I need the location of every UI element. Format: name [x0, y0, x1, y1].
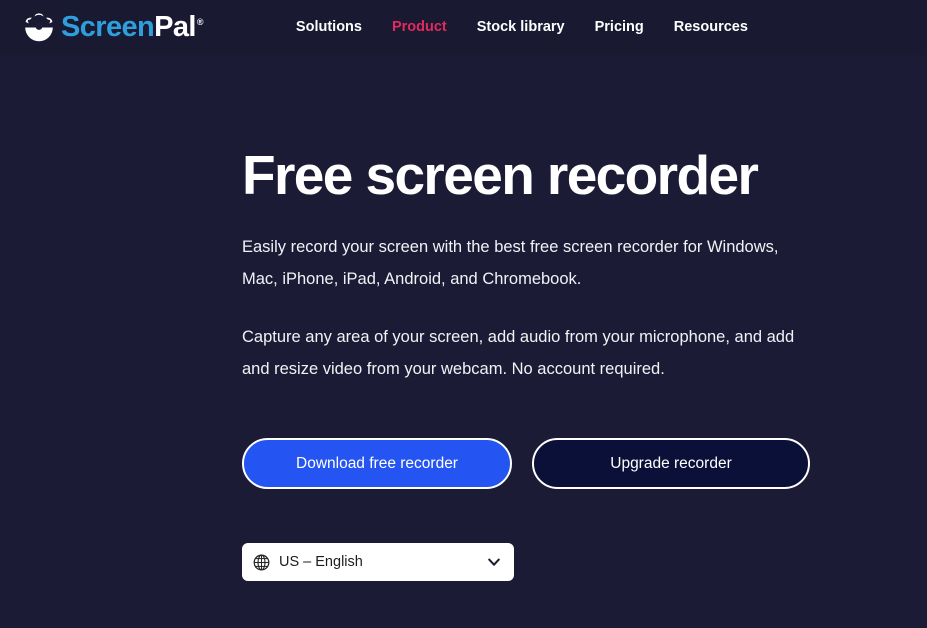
nav-item-product[interactable]: Product [392, 20, 447, 35]
brand-name-pal: Pal [154, 11, 196, 43]
screenpal-logo-icon [22, 11, 56, 45]
globe-icon [253, 554, 270, 571]
hero-paragraph-1: Easily record your screen with the best … [242, 238, 779, 289]
nav-item-pricing[interactable]: Pricing [595, 20, 644, 35]
nav-item-resources[interactable]: Resources [674, 20, 748, 35]
download-free-recorder-button[interactable]: Download free recorder [242, 438, 512, 489]
nav-item-stock-library[interactable]: Stock library [477, 20, 565, 35]
chevron-down-icon[interactable] [486, 554, 502, 570]
upgrade-recorder-button[interactable]: Upgrade recorder [532, 438, 810, 489]
brand-wordmark: ScreenPal® [61, 11, 204, 43]
hero-section: Free screen recorder Easily record your … [242, 146, 862, 385]
page-root: ScreenPal® Solutions Product Stock libra… [0, 0, 927, 628]
site-header: ScreenPal® Solutions Product Stock libra… [0, 0, 927, 55]
language-select-value: US – English [279, 554, 363, 570]
brand-name-screen: Screen [61, 11, 155, 43]
page-title: Free screen recorder [242, 144, 759, 206]
main-navigation: Solutions Product Stock library Pricing … [296, 20, 748, 35]
nav-item-solutions[interactable]: Solutions [296, 20, 362, 35]
hero-paragraph-2: Capture any area of your screen, add aud… [242, 327, 795, 378]
hero-cta-row: Download free recorder Upgrade recorder [242, 438, 810, 489]
brand-logo[interactable]: ScreenPal® [22, 11, 204, 45]
brand-trademark: ® [196, 17, 204, 28]
language-select[interactable]: US – English [242, 543, 514, 581]
